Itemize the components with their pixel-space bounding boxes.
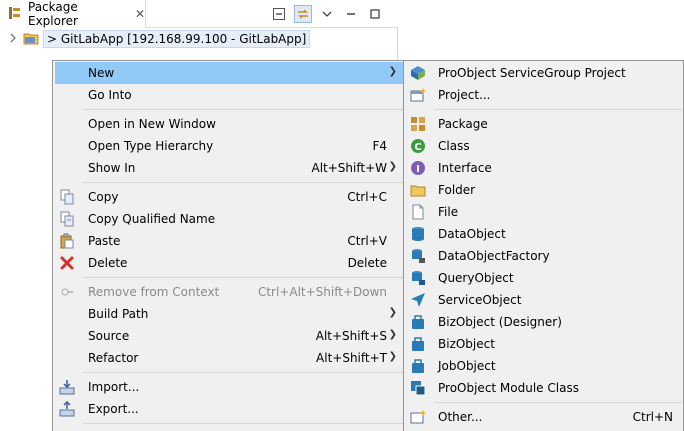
view-menu-icon[interactable] <box>318 5 336 23</box>
menu-item-export[interactable]: Export... <box>55 398 403 420</box>
chevron-right-icon: ❯ <box>388 307 397 318</box>
view-toolbar <box>270 5 384 23</box>
class-icon: C <box>410 138 426 154</box>
menu-item-delete[interactable]: Delete Delete <box>55 252 403 274</box>
file-icon <box>410 204 426 220</box>
menu-item-dataobject[interactable]: DataObject <box>406 223 681 245</box>
menu-item-package[interactable]: Package <box>406 113 681 135</box>
link-with-editor-icon[interactable] <box>294 5 312 23</box>
queryobject-icon <box>410 270 426 286</box>
menu-item-bizobject[interactable]: BizObject <box>406 333 681 355</box>
chevron-right-icon: ❯ <box>388 351 397 362</box>
dataobjectfactory-icon <box>410 248 426 264</box>
menu-item-serviceobject[interactable]: ServiceObject <box>406 289 681 311</box>
import-icon <box>59 379 75 395</box>
context-menu: New ❯ Go Into Open in New Window Open Ty… <box>52 60 406 431</box>
dataobject-icon <box>410 226 426 242</box>
delete-icon <box>59 255 75 271</box>
svg-text:C: C <box>414 142 421 153</box>
menu-item-proobject-servicegroup-project[interactable]: ProObject ServiceGroup Project <box>406 62 681 84</box>
proobject-project-icon <box>410 65 426 81</box>
menu-separator <box>83 372 403 373</box>
folder-icon <box>410 182 426 198</box>
tree-item-gitlabapp[interactable]: > GitLabApp [192.168.99.100 - GitLabApp] <box>0 28 398 50</box>
menu-item-build-path[interactable]: Build Path ❯ <box>55 303 403 325</box>
paste-icon <box>59 233 75 249</box>
menu-item-import[interactable]: Import... <box>55 376 403 398</box>
tab-title: Package Explorer <box>28 0 78 28</box>
view-tab-bar: Package Explorer ✕ <box>0 0 398 28</box>
maximize-icon[interactable] <box>366 5 384 23</box>
package-icon <box>410 116 426 132</box>
copy-qualified-name-icon <box>59 211 75 227</box>
copy-icon <box>59 189 75 205</box>
menu-item-go-into[interactable]: Go Into <box>55 84 403 106</box>
menu-item-interface[interactable]: I Interface <box>406 157 681 179</box>
menu-separator <box>434 109 681 110</box>
menu-item-source[interactable]: Source Alt+Shift+S ❯ <box>55 325 403 347</box>
chevron-right-icon: ❯ <box>388 66 397 77</box>
menu-item-open-in-new-window[interactable]: Open in New Window <box>55 113 403 135</box>
menu-item-open-type-hierarchy[interactable]: Open Type Hierarchy F4 <box>55 135 403 157</box>
jobobject-icon <box>410 358 426 374</box>
menu-item-refactor[interactable]: Refactor Alt+Shift+T ❯ <box>55 347 403 369</box>
menu-item-proobject-module-class[interactable]: ProObject Module Class <box>406 377 681 399</box>
menu-item-paste[interactable]: Paste Ctrl+V <box>55 230 403 252</box>
package-explorer-icon <box>8 6 22 23</box>
bizobject-designer-icon <box>410 314 426 330</box>
menu-item-show-in[interactable]: Show In Alt+Shift+W ❯ <box>55 157 403 179</box>
menu-item-file[interactable]: File <box>406 201 681 223</box>
new-project-icon <box>410 87 426 103</box>
project-folder-icon <box>23 31 39 48</box>
serviceobject-icon <box>410 292 426 308</box>
menu-item-new[interactable]: New ❯ <box>55 62 403 84</box>
menu-item-folder[interactable]: Folder <box>406 179 681 201</box>
bizobject-icon <box>410 336 426 352</box>
menu-item-bizobject-designer[interactable]: BizObject (Designer) <box>406 311 681 333</box>
package-explorer-tab[interactable]: Package Explorer ✕ <box>0 0 146 28</box>
module-class-icon <box>410 380 426 396</box>
close-icon[interactable]: ✕ <box>135 7 145 21</box>
menu-item-jobobject[interactable]: JobObject <box>406 355 681 377</box>
other-wizard-icon <box>410 409 426 425</box>
collapse-all-icon[interactable] <box>270 5 288 23</box>
svg-text:I: I <box>416 164 420 175</box>
chevron-right-icon[interactable] <box>9 33 23 46</box>
menu-item-project[interactable]: Project... <box>406 84 681 106</box>
menu-item-remove-from-context[interactable]: Remove from Context Ctrl+Alt+Shift+Down <box>55 281 403 303</box>
interface-icon: I <box>410 160 426 176</box>
menu-item-class[interactable]: C Class <box>406 135 681 157</box>
menu-item-other[interactable]: Other... Ctrl+N <box>406 406 681 428</box>
menu-item-copy[interactable]: Copy Ctrl+C <box>55 186 403 208</box>
menu-item-copy-qualified-name[interactable]: Copy Qualified Name <box>55 208 403 230</box>
menu-separator <box>83 423 403 424</box>
menu-item-dataobjectfactory[interactable]: DataObjectFactory <box>406 245 681 267</box>
remove-from-context-icon <box>59 284 75 300</box>
export-icon <box>59 400 75 417</box>
menu-separator <box>434 402 681 403</box>
menu-item-queryobject[interactable]: QueryObject <box>406 267 681 289</box>
chevron-right-icon: ❯ <box>388 161 397 172</box>
menu-separator <box>83 182 403 183</box>
minimize-icon[interactable] <box>342 5 360 23</box>
tree-item-label: > GitLabApp [192.168.99.100 - GitLabApp] <box>43 30 311 48</box>
menu-separator <box>83 277 403 278</box>
menu-separator <box>83 109 403 110</box>
chevron-right-icon: ❯ <box>388 329 397 340</box>
new-submenu: ProObject ServiceGroup Project Project..… <box>403 60 684 431</box>
